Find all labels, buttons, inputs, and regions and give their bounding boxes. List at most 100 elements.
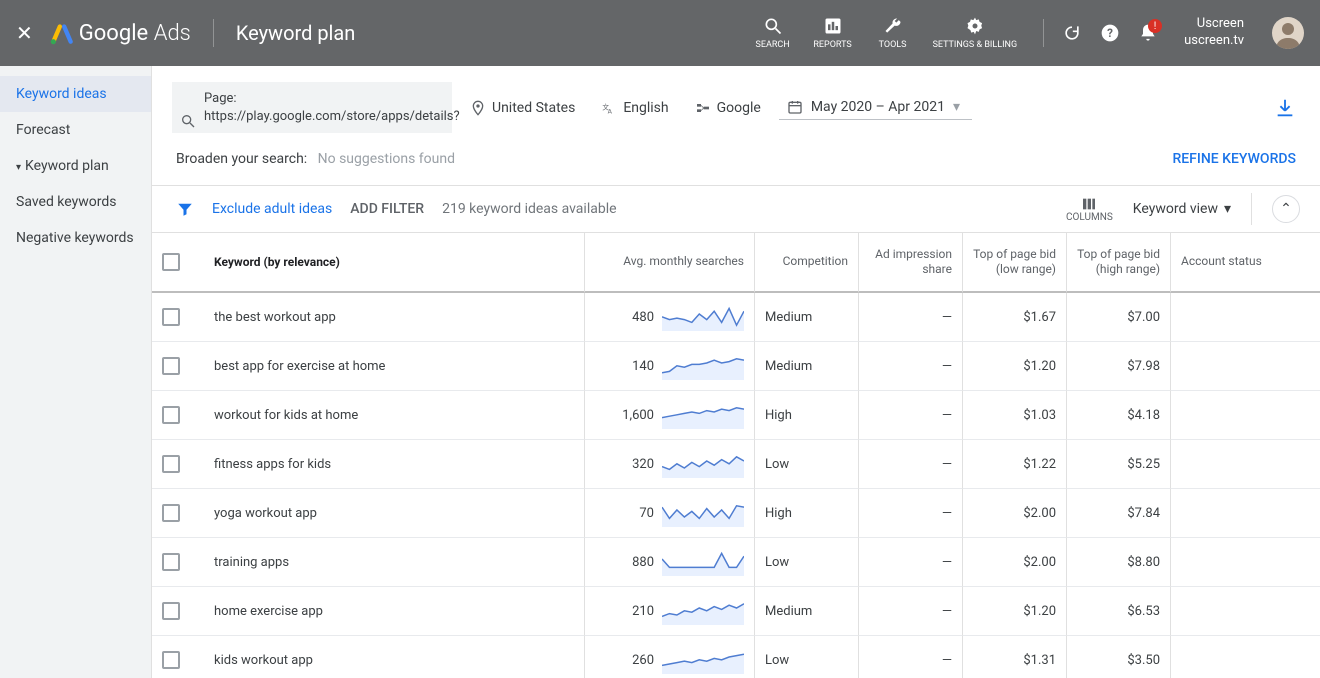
col-bid-low[interactable]: Top of page bid (low range) [962,233,1066,293]
header-tools: SEARCH REPORTS TOOLS SETTINGS & BILLING [753,16,1051,50]
account-label[interactable]: Uscreen uscreen.tv [1184,16,1244,50]
network-chip[interactable]: Google [687,96,769,120]
location-icon [470,100,486,116]
col-searches[interactable]: Avg. monthly searches [584,233,754,293]
svg-text:A: A [608,107,613,115]
col-impr-share[interactable]: Ad impression share [858,233,962,293]
ads-logo-icon [49,20,75,46]
reports-icon [823,16,843,36]
bid-high-cell: $6.53 [1066,587,1170,636]
chevron-down-icon: ▾ [1224,201,1231,217]
sidebar-item-negative-keywords[interactable]: Negative keywords [0,220,151,256]
impr-cell: — [858,440,962,489]
view-dropdown[interactable]: Keyword view ▾ [1133,201,1231,217]
bid-low-cell: $1.03 [962,391,1066,440]
row-checkbox[interactable] [162,651,180,669]
row-checkbox[interactable] [162,455,180,473]
keyword-cell: fitness apps for kids [204,440,584,489]
row-checkbox[interactable] [162,308,180,326]
sidebar-item-keyword-ideas[interactable]: Keyword ideas [0,76,151,112]
impr-cell: — [858,391,962,440]
chevron-up-icon: ⌃ [1280,201,1292,217]
add-filter-button[interactable]: ADD FILTER [350,201,424,217]
refresh-icon[interactable] [1062,23,1082,43]
row-checkbox-cell [152,293,204,342]
seed-url-box[interactable]: Page: https://play.google.com/store/apps… [172,82,452,133]
competition-cell: Medium [754,293,858,342]
brand-google: Google [79,21,148,46]
targeting-controls: Page: https://play.google.com/store/apps… [152,66,1320,133]
bid-low-cell: $1.20 [962,587,1066,636]
filter-bar: Exclude adult ideas ADD FILTER 219 keywo… [152,186,1320,233]
help-icon[interactable]: ? [1100,23,1120,43]
broaden-bar: Broaden your search: No suggestions foun… [152,133,1320,186]
competition-cell: Low [754,538,858,587]
bid-high-cell: $5.25 [1066,440,1170,489]
col-competition[interactable]: Competition [754,233,858,293]
search-icon [763,16,783,36]
account-cell [1170,391,1320,440]
col-account-status[interactable]: Account status [1170,233,1320,293]
col-keyword[interactable]: Keyword (by relevance) [204,233,584,293]
account-cell [1170,587,1320,636]
searches-cell: 320 [584,440,754,489]
location-chip[interactable]: United States [462,96,583,120]
bid-high-cell: $3.50 [1066,636,1170,678]
row-checkbox[interactable] [162,553,180,571]
sidebar: Keyword ideasForecastKeyword planSaved k… [0,66,152,678]
notifications-icon[interactable]: ! [1138,23,1158,43]
keyword-cell: the best workout app [204,293,584,342]
row-checkbox-cell [152,391,204,440]
select-all-checkbox[interactable] [162,253,180,271]
account-cell [1170,489,1320,538]
collapse-panel-button[interactable]: ⌃ [1272,195,1300,223]
bid-low-cell: $2.00 [962,538,1066,587]
download-icon[interactable] [1274,97,1296,119]
competition-cell: Low [754,636,858,678]
searches-cell: 210 [584,587,754,636]
brand-ads: Ads [154,21,191,46]
col-bid-high[interactable]: Top of page bid (high range) [1066,233,1170,293]
bid-high-cell: $4.18 [1066,391,1170,440]
language-chip[interactable]: 文A English [593,96,676,120]
row-checkbox-cell [152,587,204,636]
sidebar-item-forecast[interactable]: Forecast [0,112,151,148]
account-cell [1170,293,1320,342]
row-checkbox[interactable] [162,406,180,424]
close-icon[interactable]: ✕ [16,21,33,45]
col-checkbox[interactable] [152,233,204,293]
avatar[interactable] [1272,17,1304,49]
sidebar-item-saved-keywords[interactable]: Saved keywords [0,184,151,220]
date-range-chip[interactable]: May 2020 – Apr 2021 ▾ [779,95,972,120]
impr-cell: — [858,636,962,678]
tool-settings[interactable]: SETTINGS & BILLING [933,16,1018,50]
row-checkbox[interactable] [162,602,180,620]
bid-low-cell: $1.31 [962,636,1066,678]
calendar-icon [787,99,803,115]
tool-reports[interactable]: REPORTS [813,16,853,50]
columns-icon [1080,196,1098,212]
sidebar-item-keyword-plan[interactable]: Keyword plan [0,148,151,184]
competition-cell: High [754,489,858,538]
wrench-icon [883,16,903,36]
tool-tools[interactable]: TOOLS [873,16,913,50]
account-cell [1170,538,1320,587]
row-checkbox-cell [152,342,204,391]
columns-button[interactable]: COLUMNS [1066,196,1113,223]
network-icon [695,100,711,116]
keyword-cell: training apps [204,538,584,587]
keyword-ideas-table: Keyword (by relevance)Avg. monthly searc… [152,233,1320,678]
keyword-cell: best app for exercise at home [204,342,584,391]
impr-cell: — [858,587,962,636]
impr-cell: — [858,489,962,538]
keyword-cell: home exercise app [204,587,584,636]
row-checkbox-cell [152,440,204,489]
filter-icon[interactable] [176,200,194,218]
tool-search[interactable]: SEARCH [753,16,793,50]
row-checkbox[interactable] [162,357,180,375]
row-checkbox[interactable] [162,504,180,522]
refine-keywords-button[interactable]: REFINE KEYWORDS [1172,151,1296,167]
exclude-adult-link[interactable]: Exclude adult ideas [212,201,332,217]
bid-high-cell: $7.00 [1066,293,1170,342]
searches-cell: 1,600 [584,391,754,440]
